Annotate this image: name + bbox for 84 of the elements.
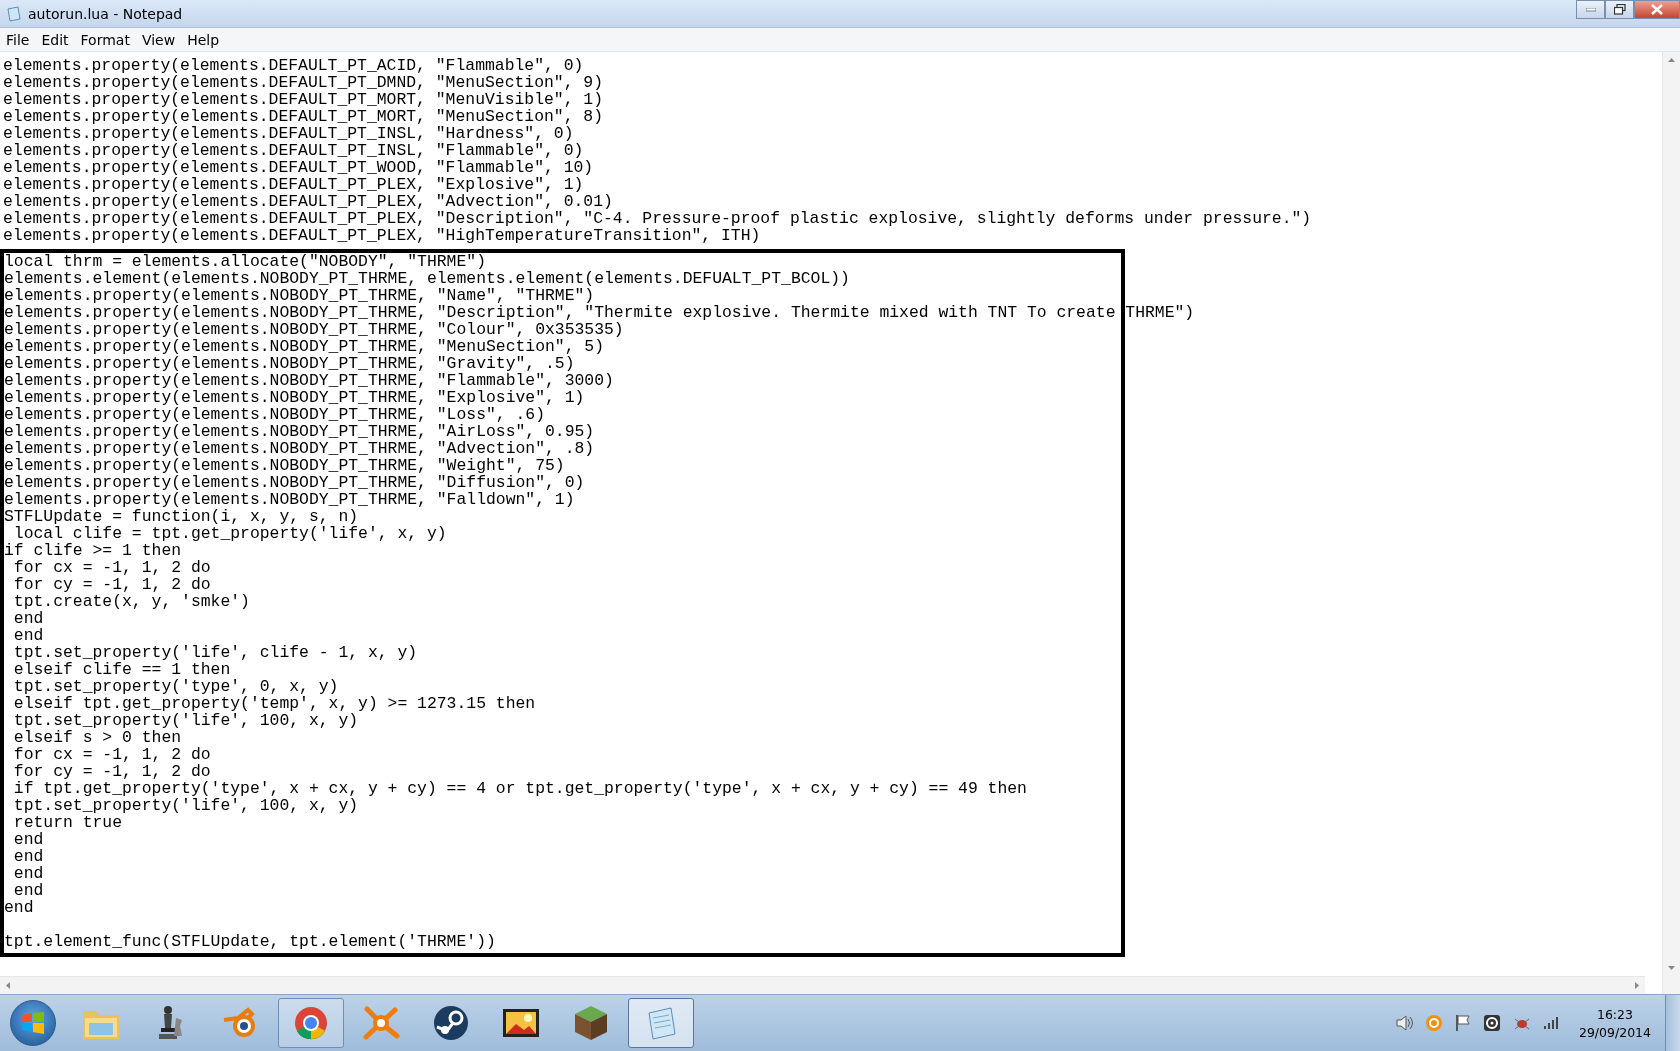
menu-item[interactable]: View — [135, 31, 182, 48]
show-desktop-button[interactable] — [1665, 995, 1680, 1051]
code-line: for cy = -1, 1, 2 do — [12, 576, 211, 593]
code-line: tpt.set_property('type', 0, x, y) — [12, 678, 339, 695]
browser-icon — [294, 1006, 328, 1040]
ring-icon[interactable] — [1424, 1014, 1443, 1032]
close-icon — [1651, 4, 1663, 15]
menu-item[interactable]: File — [0, 31, 36, 48]
code-line: elseif s > 0 then — [12, 729, 182, 746]
code-line: elements.property(elements.DEFAULT_PT_WOOD, "Flammable", 10) — [2, 159, 594, 176]
code-line: tpt.set_property('life', 100, x, y) — [12, 797, 359, 814]
code-line: end — [12, 831, 44, 848]
code-line: return true — [12, 814, 123, 831]
code-line: elements.property(elements.DEFAULT_PT_MORT, "MenuVisible", 1) — [2, 91, 603, 108]
code-line: elements.property(elements.NOBODY_PT_THRME, "Diffusion", 0) — [4, 474, 585, 491]
code-line: elements.property(elements.DEFAULT_PT_PLEX, "Advection", 0.01) — [2, 193, 613, 210]
picture-icon — [502, 1008, 540, 1038]
code-line: elseif clife == 1 then — [12, 661, 231, 678]
window-title: autorun.lua - Notepad — [28, 5, 184, 22]
code-line: for cy = -1, 1, 2 do — [12, 763, 211, 780]
code-line: end — [4, 899, 34, 916]
menu-item[interactable]: Edit — [35, 31, 75, 48]
down-arrow-icon[interactable] — [1667, 963, 1676, 972]
code-line: end — [12, 865, 44, 882]
code-line: STFLUpdate = function(i, x, y, s, n) — [4, 508, 359, 525]
code-line: end — [12, 882, 44, 899]
code-line: tpt.element_func(STFLUpdate, tpt.element('THRME')) — [4, 933, 496, 950]
code-line: tpt.create(x, y, 'smke') — [12, 593, 250, 610]
code-line: end — [12, 848, 44, 865]
code-line: elements.property(elements.NOBODY_PT_THRME, "Description", "Thermite explosive. Thermite mixed with TNT To create THRME") — [4, 304, 1195, 321]
code-line: elements.property(elements.NOBODY_PT_THRME, "Advection", .8) — [4, 440, 595, 457]
code-line: for cx = -1, 1, 2 do — [12, 559, 211, 576]
code-line: elements.property(elements.NOBODY_PT_THRME, "Explosive", 1) — [4, 389, 585, 406]
code-line: local thrm = elements.allocate("NOBODY", "THRME") — [4, 253, 486, 270]
code-line: elements.property(elements.NOBODY_PT_THRME, "Weight", 75) — [4, 457, 565, 474]
code-line: elements.property(elements.DEFAULT_PT_MORT, "MenuSection", 8) — [2, 108, 603, 125]
code-line: if clife >= 1 then — [4, 542, 182, 559]
start-button[interactable] — [10, 1000, 56, 1046]
code-line: elements.element(elements.NOBODY_PT_THRME, elements.element(elements.DEFUALT_PT_BCOL)) — [4, 270, 850, 287]
code-line: elements.property(elements.DEFAULT_PT_PLEX, "Description", "C-4. Pressure-proof plastic explosive, slightly deforms under pressure.") — [2, 210, 1312, 227]
code-line: local clife = tpt.get_property('life', x, y) — [12, 525, 447, 542]
code-line: end — [12, 627, 44, 644]
code-line: elements.property(elements.DEFAULT_PT_INSL, "Hardness", 0) — [2, 125, 574, 142]
notepad-icon — [6, 5, 22, 22]
close-button[interactable] — [1634, 0, 1680, 19]
code-line: if tpt.get_property('type', x + cx, y + cy) == 4 or tpt.get_property('type', x + cx, y + cy) == 49 then — [12, 780, 1027, 797]
minimize-icon — [1585, 7, 1596, 12]
clock-time: 16:23 — [1596, 1006, 1633, 1022]
code-line: elements.property(elements.NOBODY_PT_THRME, "Colour", 0x353535) — [4, 321, 624, 338]
grass-block-icon — [573, 1004, 609, 1042]
code-line: elements.property(elements.DEFAULT_PT_DMND, "MenuSection", 9) — [2, 74, 603, 91]
restore-icon — [1613, 4, 1626, 15]
restore-button[interactable] — [1605, 0, 1634, 19]
flag-icon[interactable] — [1454, 1014, 1471, 1032]
code-line: elements.property(elements.DEFAULT_PT_PLEX, "Explosive", 1) — [2, 176, 584, 193]
code-line: for cx = -1, 1, 2 do — [12, 746, 211, 763]
horizontal-scrollbar[interactable] — [0, 976, 1645, 994]
code-line: tpt.set_property('life', clife - 1, x, y) — [12, 644, 418, 661]
code-line: elements.property(elements.NOBODY_PT_THRME, "Loss", .6) — [4, 406, 545, 423]
code-line: elements.property(elements.NOBODY_PT_THRME, "Name", "THRME") — [4, 287, 595, 304]
code-line: elements.property(elements.NOBODY_PT_THRME, "Flammable", 3000) — [4, 372, 614, 389]
speaker-icon[interactable] — [1394, 1015, 1413, 1031]
up-arrow-icon[interactable] — [1667, 56, 1676, 65]
code-line: elements.property(elements.DEFAULT_PT_ACID, "Flammable", 0) — [2, 57, 584, 74]
signal-bars-icon[interactable] — [1542, 1016, 1559, 1030]
code-line: tpt.set_property('life', 100, x, y) — [12, 712, 359, 729]
menu-item[interactable]: Help — [181, 31, 226, 48]
code-line: elements.property(elements.NOBODY_PT_THRME, "Falldown", 1) — [4, 491, 575, 508]
code-line: elements.property(elements.NOBODY_PT_THRME, "MenuSection", 5) — [4, 338, 604, 355]
left-arrow-icon[interactable] — [4, 981, 13, 990]
code-line: elements.property(elements.NOBODY_PT_THRME, "AirLoss", 0.95) — [4, 423, 595, 440]
code-line: elements.property(elements.DEFAULT_PT_INSL, "Flammable", 0) — [2, 142, 584, 159]
code-line: elseif tpt.get_property('temp', x, y) >= 1273.15 then — [12, 695, 536, 712]
splat-icon — [361, 1005, 401, 1041]
code-line: elements.property(elements.DEFAULT_PT_PLEX, "HighTemperatureTransition", ITH) — [2, 227, 761, 244]
code-line: end — [12, 610, 44, 627]
clock-date: 29/09/2014 — [1578, 1024, 1651, 1040]
right-arrow-icon[interactable] — [1632, 981, 1641, 990]
dial-icon[interactable] — [1482, 1014, 1501, 1032]
clock[interactable]: 16:23 29/09/2014 — [1578, 1006, 1651, 1040]
windows-logo-icon — [21, 1012, 45, 1034]
menu-item[interactable]: Format — [74, 31, 136, 48]
code-line: elements.property(elements.NOBODY_PT_THRME, "Gravity", .5) — [4, 355, 575, 372]
vertical-scrollbar[interactable] — [1662, 52, 1680, 994]
